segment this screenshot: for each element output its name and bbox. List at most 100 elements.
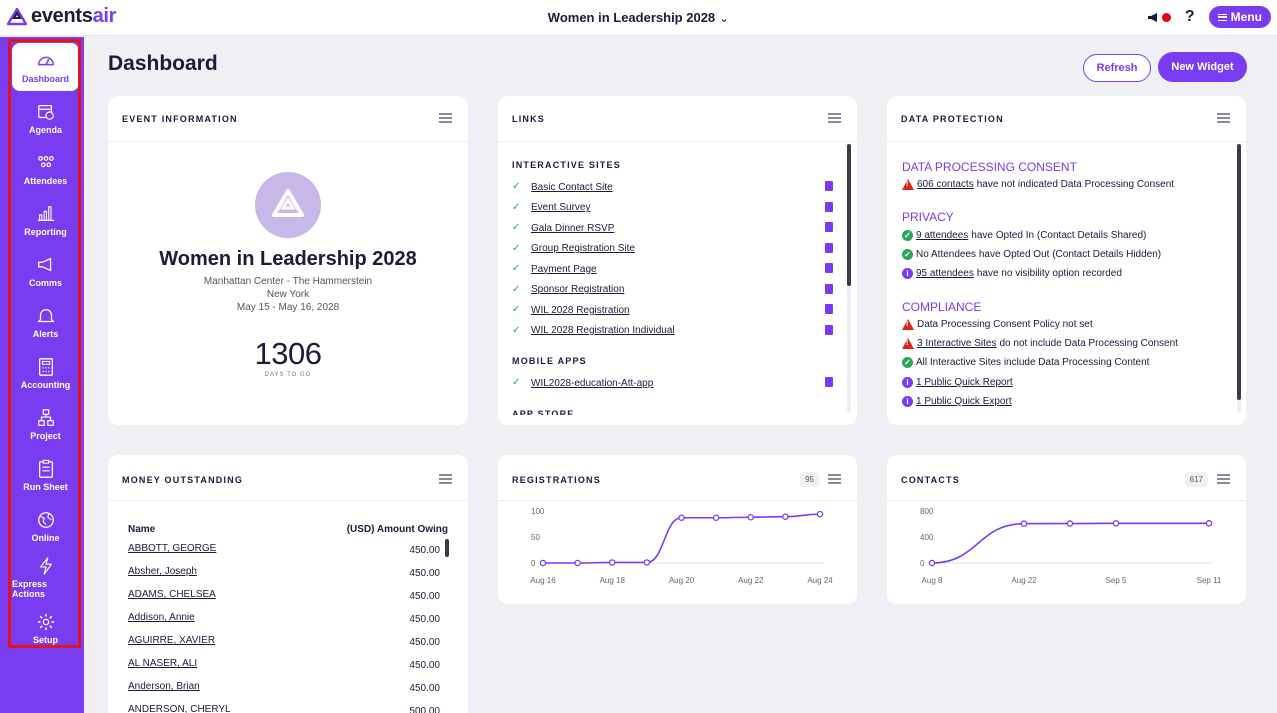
column-header-amount[interactable]: (USD) Amount Owing (347, 524, 448, 535)
copy-icon[interactable] (823, 304, 833, 318)
check-circle-icon: ✓ (902, 230, 913, 241)
table-row-name[interactable]: AL NASER, ALI (128, 658, 197, 669)
table-row-name[interactable]: AGUIRRE, XAVIER (128, 635, 215, 646)
sidebar-item-accounting[interactable]: Accounting (12, 349, 79, 397)
table-row-amount: 450.00 (409, 568, 440, 579)
widget-menu-icon[interactable] (1217, 474, 1230, 484)
widget-title: REGISTRATIONS (512, 475, 601, 485)
widget-menu-icon[interactable] (828, 113, 841, 123)
site-link[interactable]: Event Survey (531, 202, 590, 213)
sidebar-item-reporting[interactable]: Reporting (12, 196, 79, 244)
new-widget-button[interactable]: New Widget (1158, 52, 1247, 82)
days-to-go-count: 1306 (254, 336, 322, 371)
event-selector[interactable]: Women in Leadership 2028 ⌄ (0, 10, 1277, 25)
link-row: ✓ Sponsor Registration (512, 281, 833, 299)
widget-menu-icon[interactable] (439, 474, 452, 484)
copy-icon[interactable] (823, 283, 833, 298)
data-point (678, 514, 685, 522)
copy-icon[interactable] (823, 222, 833, 236)
info-icon: i (902, 396, 913, 407)
sidebar-item-label: Project (30, 430, 61, 441)
copy-icon[interactable] (823, 181, 833, 195)
hamburger-icon (1217, 13, 1227, 21)
table-row-name[interactable]: Absher, Joseph (128, 566, 197, 577)
sidebar-item-run-sheet[interactable]: Run Sheet (12, 451, 79, 499)
event-name: Women in Leadership 2028 (159, 248, 417, 270)
copy-icon[interactable] (823, 263, 833, 277)
interactive-sites-label: INTERACTIVE SITES (512, 160, 621, 170)
link-row: ✓ WIL2028-education-Att-app (512, 374, 833, 392)
event-selector-label: Women in Leadership 2028 (547, 10, 716, 25)
sidebar-item-project[interactable]: Project (12, 400, 79, 448)
widget-menu-icon[interactable] (439, 113, 452, 123)
table-row-amount: 450.00 (409, 591, 440, 602)
menu-button[interactable]: Menu (1208, 6, 1271, 28)
warning-icon (902, 179, 914, 190)
scrollbar-thumb[interactable] (1237, 144, 1241, 400)
y-tick-label: 400 (920, 533, 934, 542)
compliance-text: do not include Data Processing Consent (999, 338, 1178, 349)
megaphone-icon (1147, 12, 1157, 22)
data-point (609, 559, 616, 566)
site-link[interactable]: Group Registration Site (531, 243, 635, 254)
site-link[interactable]: WIL2028-education-Att-app (531, 378, 653, 389)
privacy-heading: PRIVACY (902, 210, 954, 224)
copy-icon[interactable] (823, 201, 833, 216)
sidebar-item-dashboard[interactable]: Dashboard (12, 43, 79, 91)
sidebar-item-comms[interactable]: Comms (12, 247, 79, 295)
table-row-name[interactable]: Anderson, Brian (128, 681, 200, 692)
scrollbar-thumb[interactable] (847, 144, 851, 286)
site-link[interactable]: WIL 2028 Registration (531, 305, 630, 316)
table-row-name[interactable]: ABBOTT, GEORGE (128, 543, 216, 554)
copy-icon[interactable] (823, 377, 833, 391)
site-link[interactable]: Payment Page (531, 264, 597, 275)
interactive-sites-link[interactable]: 3 Interactive Sites (917, 338, 996, 349)
scrollbar-thumb[interactable] (445, 539, 449, 557)
public-quick-report-link[interactable]: 1 Public Quick Report (916, 377, 1013, 388)
widget-menu-icon[interactable] (828, 474, 841, 484)
help-button[interactable]: ? (1185, 8, 1195, 26)
copy-icon[interactable] (823, 324, 833, 339)
site-link[interactable]: WIL 2028 Registration Individual (531, 325, 675, 336)
sidebar-item-setup[interactable]: Setup (12, 604, 79, 652)
x-tick-label: Aug 22 (1011, 576, 1037, 585)
check-icon: ✓ (512, 304, 521, 315)
link-row: ✓ WIL 2028 Registration Individual (512, 322, 833, 340)
sidebar-item-label: Attendees (23, 175, 68, 186)
sidebar-item-online[interactable]: Online (12, 502, 79, 550)
site-link[interactable]: Gala Dinner RSVP (531, 223, 614, 234)
megaphone-icon (37, 257, 51, 271)
check-icon: ✓ (512, 222, 521, 233)
attendees-opted-in-link[interactable]: 9 attendees (916, 230, 968, 241)
link-row: ✓ Group Registration Site (512, 240, 833, 258)
contacts-link[interactable]: 606 contacts (917, 179, 974, 190)
table-row-name[interactable]: Addison, Annie (128, 612, 195, 623)
site-link[interactable]: Basic Contact Site (531, 182, 613, 193)
sidebar-item-agenda[interactable]: Agenda (12, 94, 79, 142)
table-row-name[interactable]: ADAMS, CHELSEA (128, 589, 216, 600)
count-badge: 95 (800, 472, 819, 487)
sidebar-item-express-actions[interactable]: Express Actions (12, 553, 79, 601)
attendees-no-visibility-link[interactable]: 95 attendees (916, 268, 974, 279)
sidebar-item-alerts[interactable]: Alerts (12, 298, 79, 346)
column-header-name[interactable]: Name (128, 524, 155, 535)
privacy-row: ✓ 9 attendees have Opted In (Contact Detai… (902, 230, 1146, 241)
widget-title: CONTACTS (901, 475, 960, 485)
table-row-name[interactable]: ANDERSON, CHERYL (128, 704, 231, 713)
calculator-icon (38, 357, 53, 376)
event-venue: Manhattan Center - The Hammerstein (203, 276, 373, 287)
refresh-button[interactable]: Refresh (1083, 54, 1151, 82)
site-link[interactable]: Sponsor Registration (531, 284, 624, 295)
public-quick-export-link[interactable]: 1 Public Quick Export (916, 396, 1012, 407)
info-icon: i (902, 377, 913, 388)
copy-icon[interactable] (823, 242, 833, 257)
announcements-button[interactable] (1147, 12, 1171, 23)
compliance-row: 3 Interactive Sitesdo not include Data P… (902, 338, 1178, 349)
widget-menu-icon[interactable] (1217, 113, 1230, 123)
compliance-text: Data Processing Consent Policy not set (917, 319, 1093, 330)
compliance-heading: COMPLIANCE (902, 300, 982, 314)
sidebar-item-attendees[interactable]: Attendees (12, 145, 79, 193)
dashboard-icon (37, 56, 54, 65)
mobile-apps-label: MOBILE APPS (512, 356, 587, 366)
link-row: ✓ Event Survey (512, 199, 833, 217)
